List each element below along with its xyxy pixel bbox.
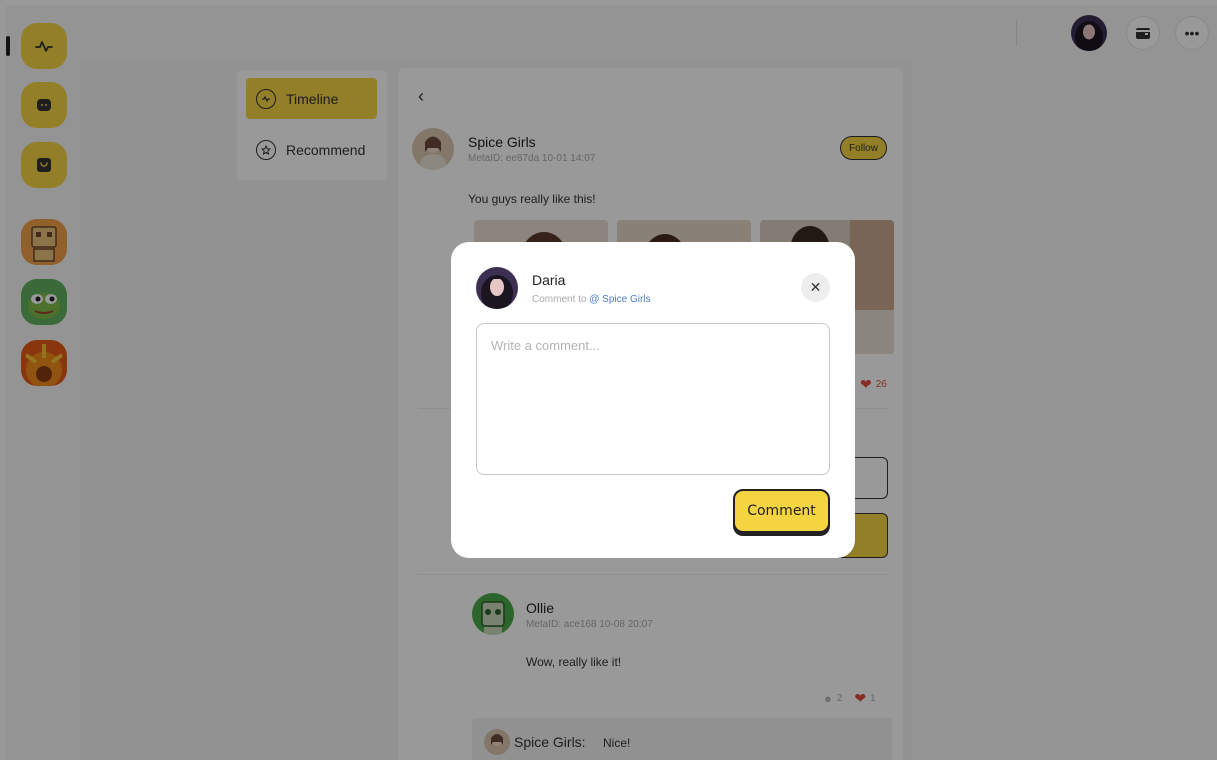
comment-target: Comment to @ Spice Girls (532, 294, 651, 305)
comment-submit-button[interactable]: Comment (733, 489, 830, 533)
close-icon: ✕ (809, 279, 822, 295)
close-button[interactable]: ✕ (801, 273, 830, 302)
comment-to-label: Comment to (532, 294, 587, 305)
comment-dialog: Daria Comment to @ Spice Girls ✕ Comment (451, 242, 855, 558)
comment-input[interactable] (476, 323, 830, 475)
commenter-avatar (476, 267, 518, 309)
commenter-name: Daria (532, 272, 566, 288)
mention-link[interactable]: @ Spice Girls (589, 294, 650, 305)
